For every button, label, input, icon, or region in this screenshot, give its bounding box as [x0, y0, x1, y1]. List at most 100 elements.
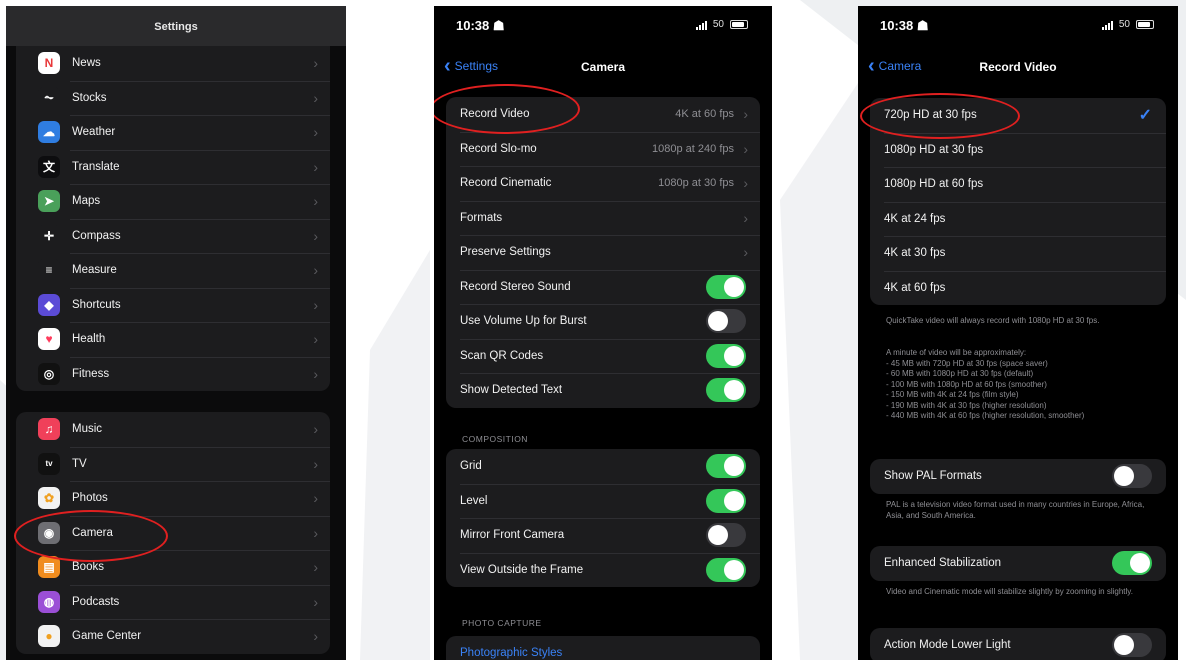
news-icon: N: [38, 52, 60, 75]
chevron-right-icon: ›: [313, 331, 318, 348]
status-bar: 10:38 ☗ 50: [434, 6, 772, 40]
signal-icon: [695, 20, 707, 30]
settings-item-weather[interactable]: ☁ Weather ›: [16, 115, 330, 150]
video-format-option[interactable]: 4K at 24 fps: [870, 201, 1166, 237]
record-cinematic-row[interactable]: Record Cinematic 1080p at 30 fps ›: [446, 166, 760, 201]
music-icon: ♫: [38, 418, 60, 441]
chevron-right-icon: ›: [313, 89, 318, 106]
row-label: Level: [460, 494, 488, 507]
scan-qr-codes-row: Scan QR Codes: [446, 338, 760, 374]
row-label: Preserve Settings: [460, 246, 551, 259]
settings-item-label: Shortcuts: [72, 298, 121, 311]
video-size-note-line: - 60 MB with 1080p HD at 30 fps (default…: [886, 369, 1034, 378]
record-slo-mo-row[interactable]: Record Slo-mo 1080p at 240 fps ›: [446, 131, 760, 167]
settings-item-health[interactable]: ♥ Health ›: [16, 322, 330, 357]
video-format-option[interactable]: 1080p HD at 30 fps: [870, 132, 1166, 168]
camera-icon: ◉: [38, 521, 60, 544]
video-format-option[interactable]: 720p HD at 30 fps ✓: [870, 98, 1166, 133]
settings-item-label: News: [72, 57, 101, 70]
photo-capture-group: Photographic Styles: [446, 636, 760, 660]
camera-main-group: Record Video 4K at 60 fps › Record Slo-mo 10…: [446, 97, 760, 408]
row-label: View Outside the Frame: [460, 563, 584, 576]
photographic-styles-row[interactable]: Photographic Styles: [446, 636, 760, 660]
show-pal-formats-toggle[interactable]: [1112, 464, 1152, 489]
pal-note: PAL is a television video format used in…: [886, 500, 1145, 520]
stocks-icon: ⏦: [38, 86, 60, 109]
scan-qr-codes-toggle[interactable]: [706, 343, 746, 368]
video-size-note-line: - 190 MB with 4K at 30 fps (higher resol…: [886, 400, 1047, 410]
option-label: 4K at 24 fps: [884, 212, 946, 225]
settings-item-label: Measure: [72, 264, 117, 277]
measure-icon: ≡: [38, 259, 60, 282]
settings-item-measure[interactable]: ≡ Measure ›: [16, 253, 330, 288]
settings-item-music[interactable]: ♫ Music ›: [16, 412, 330, 447]
action-mode-lower-light-toggle[interactable]: [1112, 633, 1152, 658]
record-video-row[interactable]: Record Video 4K at 60 fps ›: [446, 97, 760, 132]
video-format-options-group: 720p HD at 30 fps ✓ 1080p HD at 30 fps 1080…: [870, 98, 1166, 305]
record-video-screen: 10:38 ☗ 50 ‹ Camera Record Video 720p HD…: [858, 6, 1178, 660]
settings-item-stocks[interactable]: ⏦ Stocks ›: [16, 80, 330, 116]
settings-item-tv[interactable]: tv TV ›: [16, 446, 330, 482]
settings-item-label: Camera: [72, 526, 113, 539]
row-label: Show Detected Text: [460, 384, 563, 397]
level-toggle[interactable]: [706, 488, 746, 513]
settings-item-compass[interactable]: ✛ Compass ›: [16, 218, 330, 254]
settings-item-game-center[interactable]: ● Game Center ›: [16, 619, 330, 654]
chevron-right-icon: ›: [313, 296, 318, 313]
video-format-option[interactable]: 4K at 60 fps: [870, 270, 1166, 306]
settings-item-label: Fitness: [72, 367, 110, 380]
game-center-icon: ●: [38, 625, 60, 648]
video-format-option[interactable]: 4K at 30 fps: [870, 236, 1166, 271]
record-stereo-sound-toggle[interactable]: [706, 274, 746, 299]
settings-item-books[interactable]: ▤ Books ›: [16, 550, 330, 585]
enhanced-stabilization-toggle[interactable]: [1112, 551, 1152, 576]
chevron-right-icon: ›: [313, 421, 318, 438]
shortcuts-icon: ◆: [38, 293, 60, 316]
row-label: Record Slo-mo: [460, 142, 537, 155]
fitness-icon: ◎: [38, 362, 60, 385]
chevron-right-icon: ›: [313, 524, 318, 541]
mirror-front-camera-toggle[interactable]: [706, 523, 746, 548]
focus-mode-icon: ☗: [492, 18, 505, 33]
stabilization-note: Video and Cinematic mode will stabilize …: [886, 587, 1133, 596]
use-volume-up-for-burst-toggle[interactable]: [706, 309, 746, 334]
action-mode-group: Action Mode Lower Light: [870, 628, 1166, 660]
preserve-settings-row[interactable]: Preserve Settings ›: [446, 235, 760, 270]
focus-mode-icon: ☗: [916, 18, 929, 33]
video-size-note-line: - 45 MB with 720p HD at 30 fps (space sa…: [886, 358, 1048, 368]
settings-item-label: Photos: [72, 492, 108, 505]
page-title: Record Video: [979, 60, 1057, 74]
action-mode-lower-light-row: Action Mode Lower Light: [870, 628, 1166, 660]
settings-item-podcasts[interactable]: ◍ Podcasts ›: [16, 584, 330, 620]
row-label: Formats: [460, 211, 503, 224]
chevron-right-icon: ›: [313, 158, 318, 175]
view-outside-the-frame-row: View Outside the Frame: [446, 552, 760, 588]
settings-item-photos[interactable]: ✿ Photos ›: [16, 481, 330, 516]
compass-icon: ✛: [38, 224, 60, 247]
view-outside-the-frame-toggle[interactable]: [706, 557, 746, 582]
pal-group: Show PAL Formats: [870, 459, 1166, 494]
settings-item-fitness[interactable]: ◎ Fitness ›: [16, 356, 330, 392]
books-icon: ▤: [38, 556, 60, 579]
settings-item-shortcuts[interactable]: ◆ Shortcuts ›: [16, 287, 330, 323]
settings-item-maps[interactable]: ➤ Maps ›: [16, 184, 330, 219]
settings-item-camera[interactable]: ◉ Camera ›: [16, 515, 330, 551]
stabilization-group: Enhanced Stabilization: [870, 546, 1166, 581]
video-format-option[interactable]: 1080p HD at 60 fps: [870, 167, 1166, 202]
translate-icon: 文: [38, 155, 60, 178]
battery-icon: [1136, 20, 1154, 29]
chevron-right-icon: ›: [313, 365, 318, 382]
chevron-right-icon: ›: [313, 262, 318, 279]
settings-item-translate[interactable]: 文 Translate ›: [16, 149, 330, 185]
show-detected-text-toggle[interactable]: [706, 378, 746, 403]
grid-toggle[interactable]: [706, 454, 746, 479]
show-pal-formats-row: Show PAL Formats: [870, 459, 1166, 494]
record-stereo-sound-row: Record Stereo Sound: [446, 269, 760, 305]
show-detected-text-row: Show Detected Text: [446, 373, 760, 408]
video-size-note-line: - 100 MB with 1080p HD at 60 fps (smooth…: [886, 379, 1047, 389]
option-label: 720p HD at 30 fps: [884, 109, 977, 122]
settings-item-label: Compass: [72, 229, 121, 242]
row-value: 4K at 60 fps: [675, 108, 734, 121]
formats-row[interactable]: Formats ›: [446, 200, 760, 236]
settings-item-news[interactable]: N News ›: [16, 46, 330, 81]
